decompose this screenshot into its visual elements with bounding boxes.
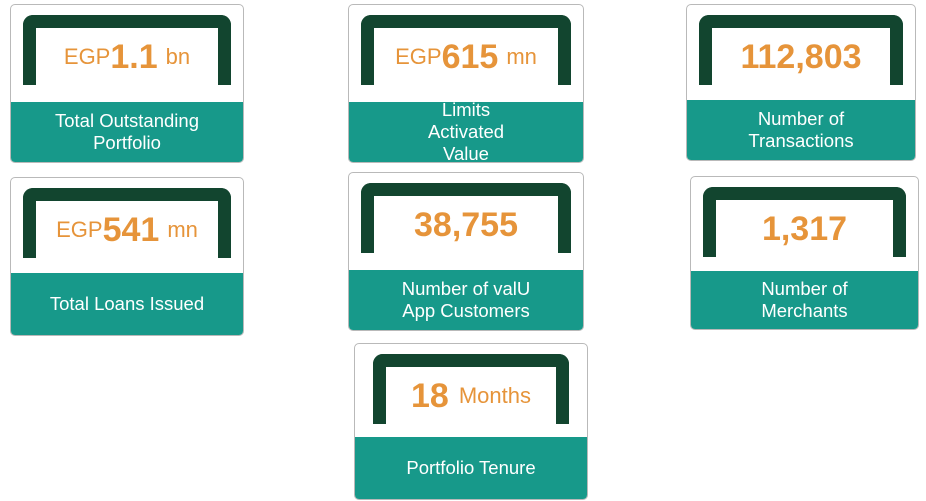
kpi-card-limits-activated-value: EGP 615 mn Limits Activated Value: [348, 4, 584, 163]
kpi-number: 18: [411, 376, 449, 415]
kpi-label-line2: App Customers: [402, 300, 530, 321]
kpi-card-number-of-transactions: 112,803 Number of Transactions: [686, 4, 916, 161]
kpi-label: Portfolio Tenure: [355, 437, 587, 499]
kpi-label-text: Total Loans Issued: [49, 293, 205, 314]
currency-prefix: EGP: [56, 217, 103, 242]
kpi-number: 1.1: [110, 37, 158, 76]
kpi-card-valu-app-customers: 38,755 Number of valU App Customers: [348, 172, 584, 331]
kpi-card-total-outstanding-portfolio: EGP 1.1 bn Total Outstanding Portfolio: [10, 4, 244, 163]
kpi-number: 38,755: [414, 205, 518, 244]
kpi-number: 541: [102, 210, 160, 249]
kpi-value: EGP 615 mn: [349, 27, 583, 87]
kpi-label-line2: Transactions: [748, 130, 854, 151]
kpi-label-line1: Number of valU: [401, 278, 531, 299]
kpi-label: Limits Activated Value: [349, 99, 583, 163]
kpi-unit: bn: [165, 44, 191, 69]
kpi-label: Number of Transactions: [687, 100, 915, 160]
kpi-card-total-loans-issued: EGP 541 mn Total Loans Issued: [10, 177, 244, 336]
kpi-value: 18 Months: [355, 366, 587, 426]
kpi-label-text: Limits Activated Value: [427, 99, 505, 163]
kpi-label-line2: Merchants: [761, 300, 848, 321]
kpi-card-number-of-merchants: 1,317 Number of Merchants: [690, 176, 919, 330]
kpi-number: 1,317: [761, 209, 848, 248]
kpi-value: 38,755: [349, 195, 583, 255]
kpi-unit: mn: [506, 44, 537, 69]
kpi-label: Number of valU App Customers: [349, 270, 583, 330]
currency-prefix: EGP: [63, 44, 111, 69]
kpi-value: 112,803: [687, 27, 915, 87]
kpi-value: 1,317: [691, 199, 918, 259]
kpi-label: Number of Merchants: [691, 271, 918, 329]
kpi-number: 615: [441, 37, 499, 76]
kpi-label-line1: Number of: [761, 278, 848, 299]
kpi-value: EGP 1.1 bn: [11, 27, 243, 87]
currency-prefix: EGP: [395, 44, 442, 69]
kpi-unit: Months: [458, 383, 531, 408]
kpi-number: 112,803: [740, 37, 862, 76]
kpi-card-portfolio-tenure: 18 Months Portfolio Tenure: [354, 343, 588, 500]
kpi-label-text: Total Outstanding Portfolio: [55, 110, 199, 153]
kpi-label-line1: Number of: [757, 108, 845, 129]
kpi-label-text: Portfolio Tenure: [406, 457, 536, 478]
kpi-unit: mn: [167, 217, 198, 242]
kpi-label: Total Loans Issued: [11, 273, 243, 335]
kpi-label: Total Outstanding Portfolio: [11, 102, 243, 162]
kpi-value: EGP 541 mn: [11, 200, 243, 260]
